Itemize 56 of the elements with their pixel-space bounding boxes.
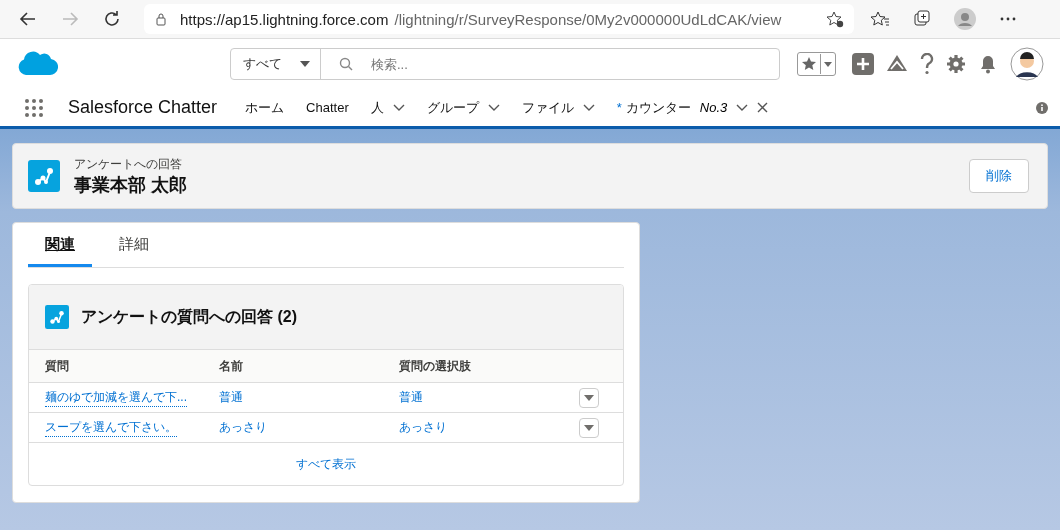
unsaved-mark: * (616, 100, 622, 115)
app-launcher-icon[interactable] (24, 97, 44, 118)
table-link[interactable]: スープを選んで下さい。 (45, 418, 177, 437)
caret-icon[interactable] (300, 61, 310, 67)
reload-icon[interactable] (102, 9, 122, 29)
nav-tab[interactable]: 人 (370, 98, 384, 117)
caret-icon[interactable] (584, 394, 594, 401)
nav-tab[interactable]: ホーム (245, 98, 285, 117)
related-list-title: アンケートの質問への回答 (2) (81, 306, 297, 327)
bell-icon[interactable] (978, 54, 998, 74)
favorites-button[interactable] (797, 52, 836, 76)
table-link[interactable]: 麺のゆで加減を選んで下... (45, 388, 187, 407)
close-icon[interactable] (757, 102, 769, 113)
column-header: 質問の選択肢 (399, 357, 473, 375)
survey-icon (45, 305, 69, 329)
help-icon[interactable] (920, 53, 934, 75)
survey-icon (28, 160, 60, 192)
caret-icon[interactable] (584, 424, 594, 431)
row-menu-button[interactable] (579, 387, 599, 408)
row-menu-button[interactable] (579, 417, 599, 438)
record-number: No.3 (699, 100, 728, 115)
info-icon[interactable] (1036, 101, 1048, 114)
chevron-down-icon[interactable] (582, 103, 595, 112)
collections-icon[interactable] (912, 9, 932, 29)
trail-icon[interactable] (886, 54, 908, 74)
star-icon[interactable] (801, 56, 817, 72)
caret-icon[interactable] (824, 61, 832, 67)
search-icon (339, 57, 353, 71)
chevron-down-icon[interactable] (487, 103, 500, 112)
avatar[interactable] (1010, 47, 1044, 81)
nav-tab[interactable]: Chatter (306, 100, 349, 115)
address-bar[interactable]: https://ap15.lightning.force.com /lightning/r/SurveyResponse/0My2v000000UdLdCAK/view (144, 4, 854, 34)
search-bar[interactable]: すべて 検索... (230, 48, 780, 80)
chevron-down-icon[interactable] (392, 103, 405, 112)
tab[interactable]: 関連 (28, 223, 92, 267)
table-link[interactable]: あっさり (218, 419, 267, 436)
plus-icon[interactable] (852, 53, 874, 75)
table-link[interactable]: 普通 (218, 389, 243, 406)
column-header: 質問 (45, 357, 70, 375)
delete-button[interactable]: 削除 (969, 159, 1029, 193)
column-header: 名前 (218, 357, 244, 375)
favorites-icon[interactable] (870, 9, 890, 29)
tab[interactable]: 詳細 (102, 223, 166, 267)
record-title: 事業本部 太郎 (74, 173, 187, 197)
nav-tab[interactable]: ファイル (521, 98, 574, 117)
scope-label[interactable]: すべて (243, 55, 282, 73)
record-type: アンケートへの回答 (74, 155, 183, 173)
app-name: Salesforce Chatter (68, 97, 218, 118)
chevron-down-icon[interactable] (736, 103, 749, 112)
nav-tab[interactable]: カウンター (625, 98, 691, 117)
table-link[interactable]: あっさり (399, 419, 448, 436)
nav-tab[interactable]: グループ (426, 98, 479, 117)
table-link[interactable]: 普通 (399, 389, 424, 406)
profile-icon[interactable] (954, 8, 976, 30)
view-all-link[interactable]: すべて表示 (296, 455, 356, 473)
settings-icon[interactable] (946, 54, 966, 74)
